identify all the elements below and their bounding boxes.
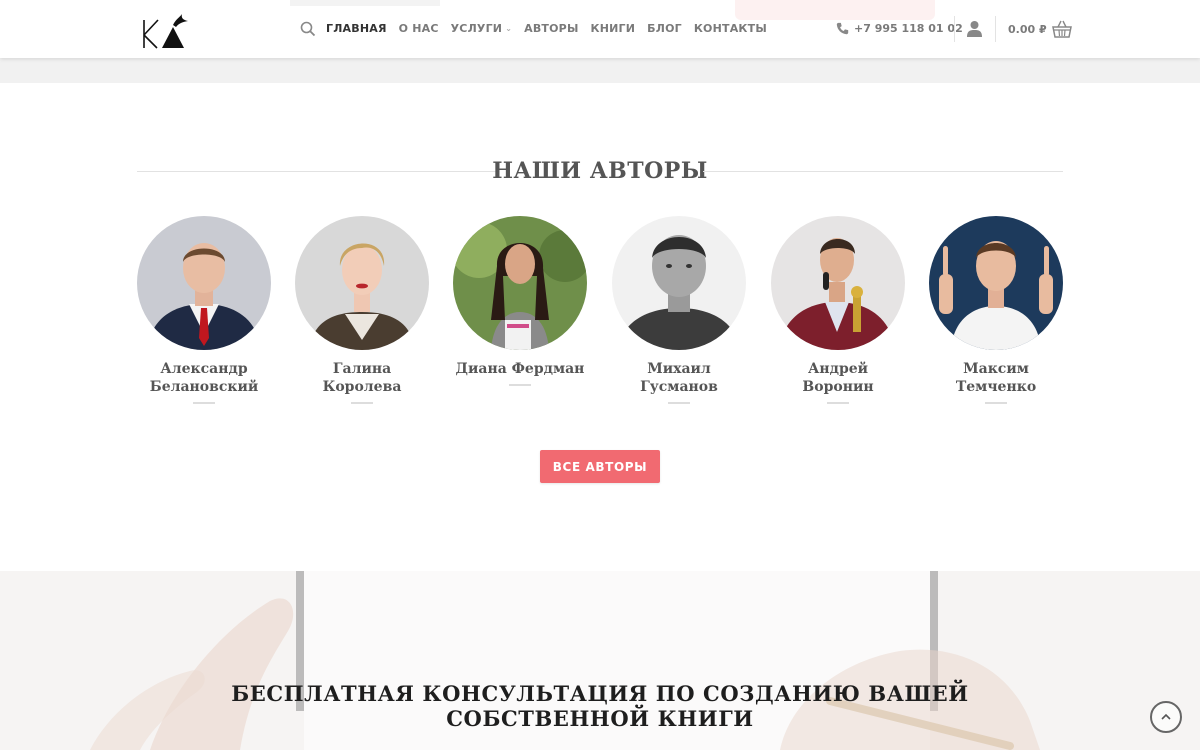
name-underline: [985, 402, 1007, 404]
cart-total: 0.00 ₽: [1008, 22, 1047, 36]
section-separator: [0, 58, 1200, 83]
author-photo[interactable]: [771, 216, 905, 350]
name-underline: [351, 402, 373, 404]
author-photo[interactable]: [929, 216, 1063, 350]
phone-icon: [836, 22, 849, 35]
author-name: Михаил Гусманов: [640, 361, 718, 395]
all-authors-button[interactable]: ВСЕ АВТОРЫ: [540, 450, 660, 483]
author-name: Андрей Воронин: [802, 361, 874, 395]
heading-line-right: [703, 171, 1063, 172]
author-name: Максим Темченко: [955, 361, 1037, 395]
author-photo[interactable]: [295, 216, 429, 350]
header-divider: [995, 16, 996, 42]
author-card[interactable]: Максим Темченко: [929, 216, 1063, 404]
main-nav: ГЛАВНАЯ О НАС УСЛУГИ ⌄ АВТОРЫ КНИГИ БЛОГ …: [326, 22, 767, 35]
name-underline: [509, 384, 531, 386]
authors-section-heading: НАШИ АВТОРЫ: [137, 156, 1063, 186]
author-card[interactable]: Диана Фердман: [453, 216, 587, 386]
nav-item-blog[interactable]: БЛОГ: [647, 22, 682, 35]
author-photo[interactable]: [612, 216, 746, 350]
user-icon[interactable]: [966, 20, 983, 37]
chevron-down-icon: ⌄: [505, 24, 513, 33]
cart-button[interactable]: 0.00 ₽: [1008, 20, 1072, 38]
author-card[interactable]: Андрей Воронин: [771, 216, 905, 404]
nav-item-contacts[interactable]: КОНТАКТЫ: [694, 22, 767, 35]
name-underline: [193, 402, 215, 404]
site-logo[interactable]: [140, 8, 192, 52]
scroll-to-top-button[interactable]: [1150, 701, 1182, 733]
author-photo[interactable]: [453, 216, 587, 350]
author-card[interactable]: Галина Королева: [295, 216, 429, 404]
nav-item-authors[interactable]: АВТОРЫ: [524, 22, 578, 35]
header-divider: [954, 16, 955, 42]
nav-item-books[interactable]: КНИГИ: [591, 22, 636, 35]
author-card[interactable]: Михаил Гусманов: [612, 216, 746, 404]
author-card[interactable]: Александр Белановский: [137, 216, 271, 404]
search-icon[interactable]: [300, 21, 316, 37]
header-promo-decor: [735, 0, 935, 20]
header-phone[interactable]: +7 995 118 01 02: [836, 22, 963, 35]
nav-item-services-label: УСЛУГИ: [450, 22, 503, 35]
nav-item-services[interactable]: УСЛУГИ ⌄: [451, 22, 513, 35]
consultation-title: БЕСПЛАТНАЯ КОНСУЛЬТАЦИЯ ПО СОЗДАНИЮ ВАШЕ…: [231, 681, 969, 731]
nav-item-about[interactable]: О НАС: [399, 22, 439, 35]
author-name: Галина Королева: [322, 361, 402, 395]
consultation-banner: БЕСПЛАТНАЯ КОНСУЛЬТАЦИЯ ПО СОЗДАНИЮ ВАШЕ…: [0, 571, 1200, 750]
site-header: ГЛАВНАЯ О НАС УСЛУГИ ⌄ АВТОРЫ КНИГИ БЛОГ …: [0, 0, 1200, 58]
name-underline: [668, 402, 690, 404]
author-name: Диана Фердман: [455, 361, 585, 377]
header-shadow-decor: [290, 0, 440, 6]
name-underline: [827, 402, 849, 404]
basket-icon: [1051, 20, 1072, 38]
authors-grid: Александр Белановский Галина Королева Ди…: [137, 216, 1063, 406]
chevron-up-icon: [1161, 713, 1171, 720]
author-name: Александр Белановский: [149, 361, 259, 395]
phone-number: +7 995 118 01 02: [854, 22, 963, 35]
nav-item-home[interactable]: ГЛАВНАЯ: [326, 22, 387, 35]
author-photo[interactable]: [137, 216, 271, 350]
